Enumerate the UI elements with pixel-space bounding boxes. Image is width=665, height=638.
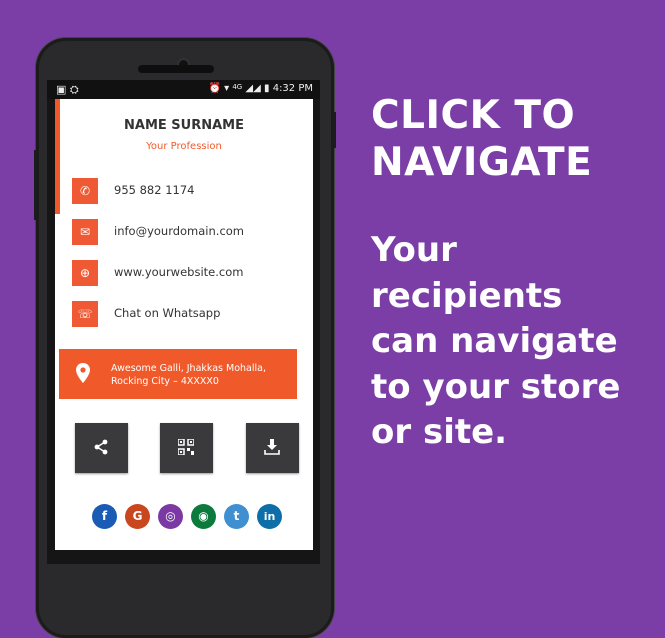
- headline-line-1: CLICK TO: [371, 93, 576, 138]
- qr-code-icon: [178, 439, 194, 455]
- address-line-1: Awesome Galli, Jhakkas Mohalla,: [111, 363, 266, 374]
- address-line-2: Rocking City – 4XXXX0: [111, 376, 219, 387]
- alarm-icon: ⏰: [208, 83, 221, 94]
- share-button[interactable]: [75, 423, 128, 473]
- promo-subtext: Your recipients can navigate to your sto…: [371, 228, 656, 456]
- share-icon: [94, 439, 108, 455]
- download-icon: [264, 439, 280, 455]
- battery-icon: ▮: [264, 83, 270, 94]
- twitter-icon[interactable]: t: [224, 504, 249, 529]
- status-right: ⏰ ▾ 4G ◢◢ ▮ 4:32 PM: [208, 83, 313, 94]
- location-pin-icon: [76, 363, 90, 387]
- subtext-line-3: can navigate: [371, 321, 618, 361]
- google-icon[interactable]: G: [125, 504, 150, 529]
- contact-email: info@yourdomain.com: [114, 224, 245, 238]
- headline-line-2: NAVIGATE: [371, 140, 593, 185]
- contact-phone: 955 882 1174: [114, 183, 195, 197]
- promo-headline: CLICK TO NAVIGATE: [371, 92, 651, 186]
- clock: 4:32 PM: [272, 83, 313, 94]
- contact-whatsapp: Chat on Whatsapp: [114, 306, 221, 320]
- contact-website: www.yourwebsite.com: [114, 265, 244, 279]
- phone-icon: ✆: [72, 178, 98, 204]
- globe-icon: ⊕: [72, 260, 98, 286]
- business-card-screen: NAME SURNAME Your Profession ✆ 955 882 1…: [55, 99, 313, 550]
- maps-icon[interactable]: ◉: [191, 504, 216, 529]
- card-name: NAME SURNAME: [124, 118, 244, 133]
- qr-code-button[interactable]: [160, 423, 213, 473]
- subtext-line-4: to your store: [371, 366, 621, 407]
- subtext-line-2: recipients: [371, 275, 563, 316]
- facebook-icon[interactable]: f: [92, 504, 117, 529]
- earpiece-speaker: [138, 65, 214, 73]
- volume-button: [34, 150, 37, 220]
- network-label: 4G: [232, 83, 243, 91]
- instagram-icon[interactable]: ◎: [158, 504, 183, 529]
- power-button: [332, 112, 336, 148]
- subtext-line-1: Your: [371, 230, 457, 270]
- notification-icons: ▣ ⛭: [56, 83, 79, 96]
- wifi-icon: ▾: [224, 83, 230, 94]
- status-bar: ▣ ⛭ ⏰ ▾ 4G ◢◢ ▮ 4:32 PM: [47, 80, 320, 99]
- address-text: Awesome Galli, Jhakkas Mohalla, Rocking …: [111, 362, 266, 388]
- subtext-line-5: or site.: [371, 412, 508, 452]
- mail-icon: ✉: [72, 219, 98, 245]
- signal-icon: ◢◢: [245, 83, 261, 94]
- address-block[interactable]: Awesome Galli, Jhakkas Mohalla, Rocking …: [59, 349, 297, 399]
- linkedin-icon[interactable]: in: [257, 504, 282, 529]
- card-profession: Your Profession: [146, 141, 222, 152]
- download-button[interactable]: [246, 423, 299, 473]
- accent-strip: [55, 99, 60, 214]
- whatsapp-icon: ☏: [72, 301, 98, 327]
